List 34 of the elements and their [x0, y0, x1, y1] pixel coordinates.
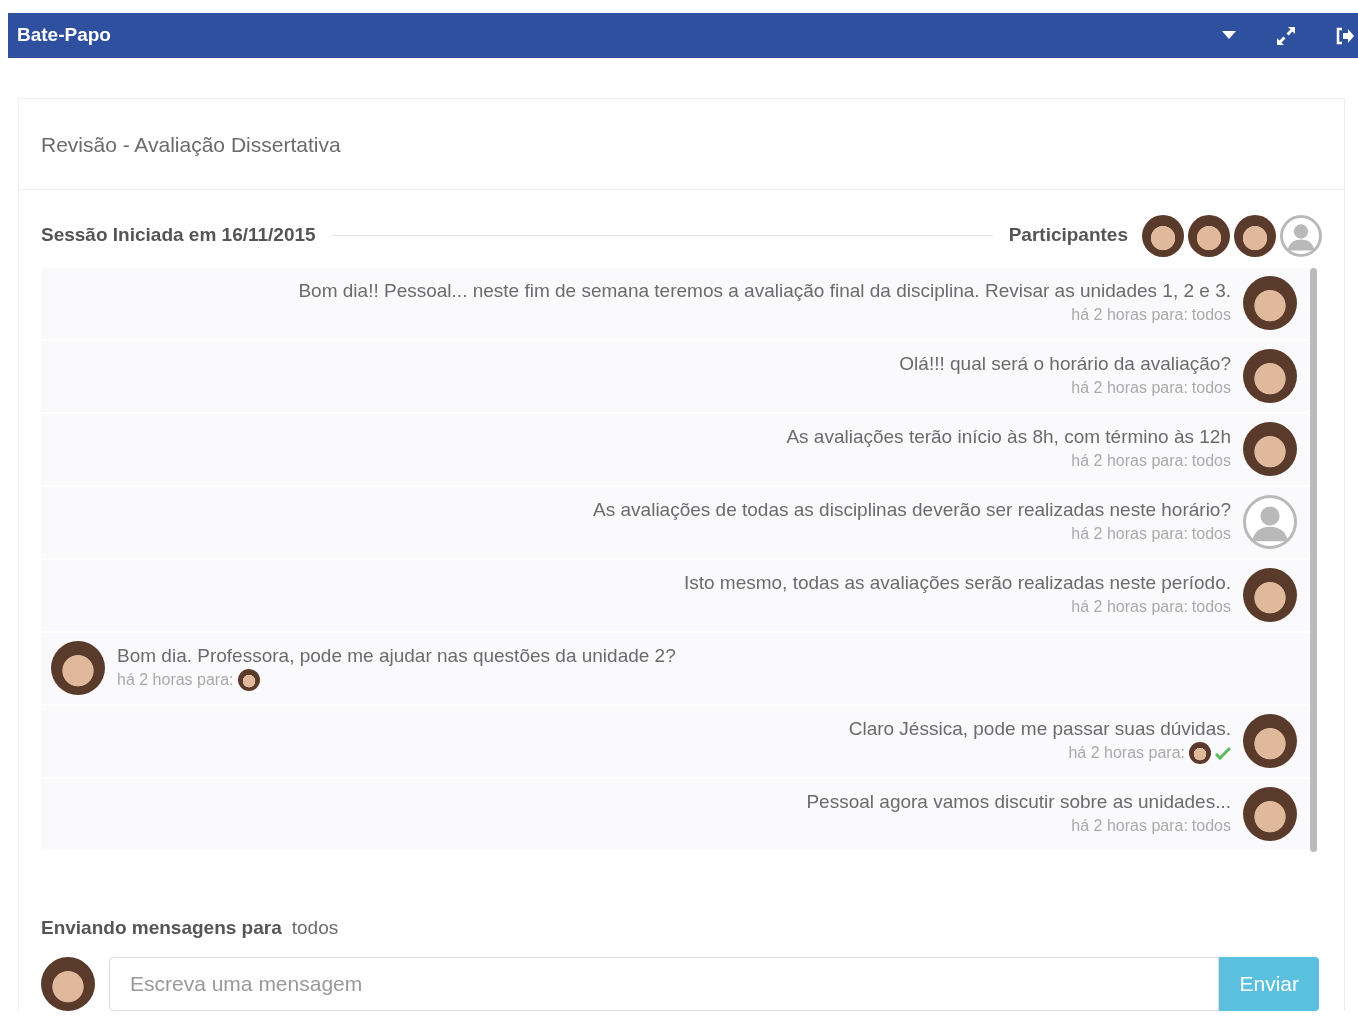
message-text: Bom dia!! Pessoal... neste fim de semana teremos a avaliação final da disciplina. Revisar as unidades 1, 2 e 3. [298, 278, 1231, 303]
message-time: há 2 horas para: [1071, 816, 1188, 837]
room-title: Revisão - Avaliação Dissertativa [19, 99, 1344, 190]
scrollbar[interactable] [1310, 267, 1317, 852]
message-text: Bom dia. Professora, pode me ajudar nas questões da unidade 2? [117, 643, 676, 668]
recipient-text: todos [1191, 305, 1231, 326]
participants-label: Participantes [1008, 223, 1128, 248]
session-label: Sessão Iniciada em 16/11/2015 [41, 223, 316, 248]
recipient-text: todos [291, 915, 339, 940]
message-time: há 2 horas para: [1068, 743, 1185, 764]
message-input[interactable]: Escreva uma mensagem [109, 956, 1220, 1011]
recipient-text: todos [1191, 816, 1231, 837]
message-text: As avaliações de todas as disciplinas deverão ser realizadas neste horário? [593, 497, 1231, 522]
recipient-text: todos [1191, 451, 1231, 472]
recipient-text: todos [1191, 524, 1231, 545]
send-button[interactable]: Enviar [1219, 956, 1319, 1011]
window-title: Bate-Papo [17, 23, 111, 48]
message-text: Claro Jéssica, pode me passar suas dúvidas. [848, 716, 1231, 741]
avatar-photo-placeholder [41, 956, 95, 1011]
message-time: há 2 horas para: [1071, 451, 1188, 472]
message-time: há 2 horas para: [1071, 378, 1188, 399]
recipient-text: todos [1191, 597, 1231, 618]
message-time: há 2 horas para: [1071, 524, 1188, 545]
avatar-photo-placeholder [237, 669, 260, 692]
message-time: há 2 horas para: [1071, 305, 1188, 326]
sending-label: Enviando mensagens para [41, 915, 282, 940]
message-text: Olá!!! qual será o horário da avaliação? [899, 351, 1231, 376]
message-text: Pessoal agora vamos discutir sobre as unidades... [806, 789, 1231, 814]
recipient-text: todos [1191, 378, 1231, 399]
message-text: Isto mesmo, todas as avaliações serão realizadas neste período. [683, 570, 1231, 595]
message-time: há 2 horas para: [117, 670, 234, 691]
message-text: As avaliações terão início às 8h, com término às 12h [786, 424, 1231, 449]
message-time: há 2 horas para: [1071, 597, 1188, 618]
avatar-photo-placeholder [1189, 742, 1211, 765]
